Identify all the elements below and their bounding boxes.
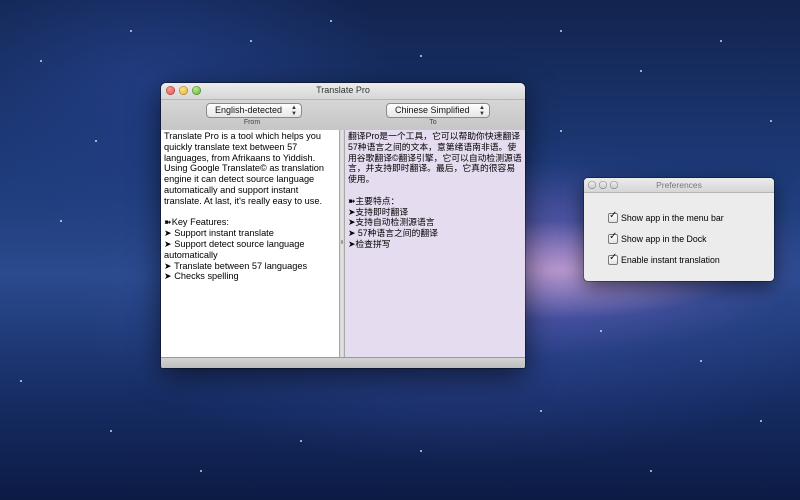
checkmark-icon: ✓ — [609, 252, 618, 263]
to-label: To — [429, 119, 437, 126]
option-menu-bar[interactable]: ✓ Show app in the menu bar — [608, 210, 724, 223]
window-title: Translate Pro — [316, 85, 370, 95]
from-label: From — [243, 119, 261, 126]
to-language-popup[interactable]: Chinese Simplified ▲ ▼ — [386, 103, 490, 118]
prefs-titlebar[interactable]: Preferences — [584, 178, 774, 193]
instant-translation-checkbox[interactable]: ✓ — [608, 252, 618, 265]
to-language-value: Chinese Simplified — [395, 105, 470, 115]
split-divider[interactable] — [339, 130, 345, 358]
from-language-popup[interactable]: English-detected ▲ ▼ — [206, 103, 302, 118]
from-language-value: English-detected — [215, 105, 283, 115]
updown-arrows-icon: ▲ ▼ — [291, 104, 297, 118]
bottom-bar — [161, 357, 525, 368]
option-instant-translation[interactable]: ✓ Enable instant translation — [608, 252, 720, 265]
main-titlebar[interactable]: Translate Pro — [161, 83, 525, 100]
option-label: Enable instant translation — [621, 255, 720, 265]
updown-arrows-icon: ▲ ▼ — [479, 104, 485, 118]
translate-pro-window: Translate Pro English-detected ▲ ▼ From C… — [161, 83, 525, 368]
option-label: Show app in the menu bar — [621, 213, 724, 223]
divider-grip-icon — [341, 240, 343, 244]
source-text-area[interactable]: Translate Pro is a tool which helps you … — [161, 130, 339, 358]
dock-checkbox[interactable]: ✓ — [608, 231, 618, 244]
language-toolbar: English-detected ▲ ▼ From Chinese Simplif… — [161, 100, 525, 131]
option-dock[interactable]: ✓ Show app in the Dock — [608, 231, 707, 244]
text-panes: Translate Pro is a tool which helps you … — [161, 130, 525, 358]
prefs-title: Preferences — [656, 180, 702, 190]
menu-bar-checkbox[interactable]: ✓ — [608, 210, 618, 223]
checkmark-icon: ✓ — [609, 210, 618, 221]
checkmark-icon: ✓ — [609, 231, 618, 242]
preferences-window: Preferences ✓ Show app in the menu bar ✓… — [584, 178, 774, 281]
option-label: Show app in the Dock — [621, 234, 707, 244]
translated-text-area[interactable]: 翻译Pro是一个工具，它可以帮助你快速翻译57种语言之间的文本，意第绪语南非语。… — [345, 130, 525, 358]
